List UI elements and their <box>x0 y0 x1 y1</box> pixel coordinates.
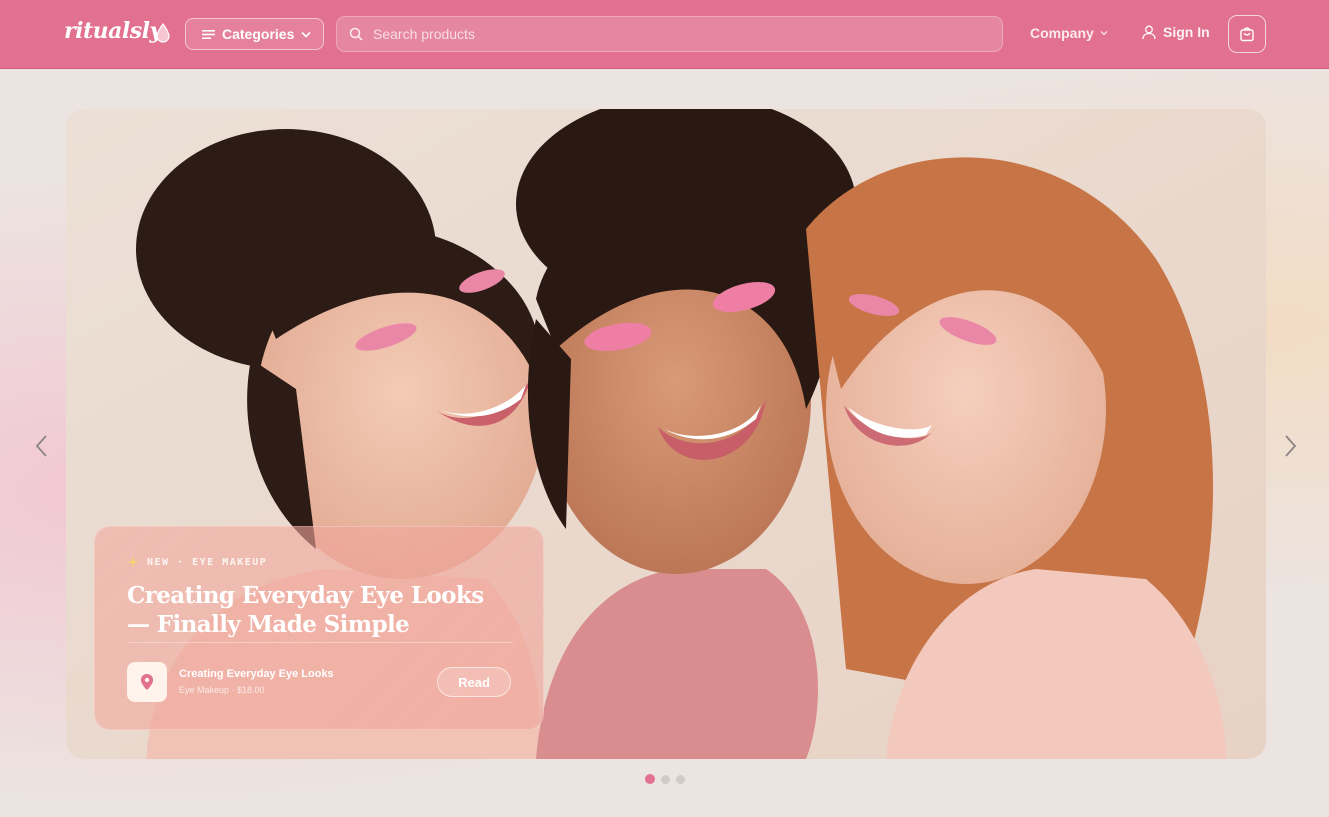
shopping-bag-icon <box>1240 27 1254 42</box>
categories-label: Categories <box>222 26 295 42</box>
carousel-dot-3[interactable] <box>676 774 685 784</box>
carousel-dots <box>645 774 685 784</box>
hero-tag-text: NEW · EYE MAKEUP <box>147 556 268 568</box>
top-nav-bar: ritualsly Categories Company Sign <box>0 0 1329 69</box>
search-bar <box>336 16 1003 52</box>
sparkle-icon <box>127 556 139 568</box>
product-thumbnail[interactable] <box>127 662 167 702</box>
product-meta: Eye Makeup · $18.00 <box>179 685 265 695</box>
cart-button[interactable] <box>1228 15 1266 53</box>
hero-title: Creating Everyday Eye Looks — Finally Ma… <box>127 582 484 638</box>
chevron-down-icon <box>1100 31 1108 36</box>
hero-caption-card: NEW · EYE MAKEUP Creating Everyday Eye L… <box>94 526 544 730</box>
company-menu[interactable]: Company <box>1030 25 1108 41</box>
carousel-dot-2[interactable] <box>661 774 670 784</box>
hero-banner[interactable]: NEW · EYE MAKEUP Creating Everyday Eye L… <box>66 109 1266 759</box>
categories-button[interactable]: Categories <box>185 18 324 50</box>
search-input[interactable] <box>373 26 1002 42</box>
menu-icon <box>202 29 215 39</box>
sign-in-link[interactable]: Sign In <box>1142 24 1210 40</box>
hero-tag: NEW · EYE MAKEUP <box>127 556 267 568</box>
read-button[interactable]: Read <box>437 667 511 697</box>
chevron-right-icon[interactable] <box>1280 432 1300 460</box>
company-label: Company <box>1030 25 1094 41</box>
droplet-icon <box>156 23 170 43</box>
carousel-dot-1[interactable] <box>645 774 655 784</box>
chevron-left-icon[interactable] <box>32 432 52 460</box>
user-icon <box>1142 25 1156 39</box>
product-name[interactable]: Creating Everyday Eye Looks <box>179 668 334 680</box>
search-icon <box>349 27 363 41</box>
chevron-down-icon <box>301 31 311 38</box>
sign-in-label: Sign In <box>1163 24 1210 40</box>
brand-logo[interactable]: ritualsly <box>64 18 162 44</box>
caption-divider <box>127 642 513 643</box>
map-pin-icon <box>141 674 153 690</box>
